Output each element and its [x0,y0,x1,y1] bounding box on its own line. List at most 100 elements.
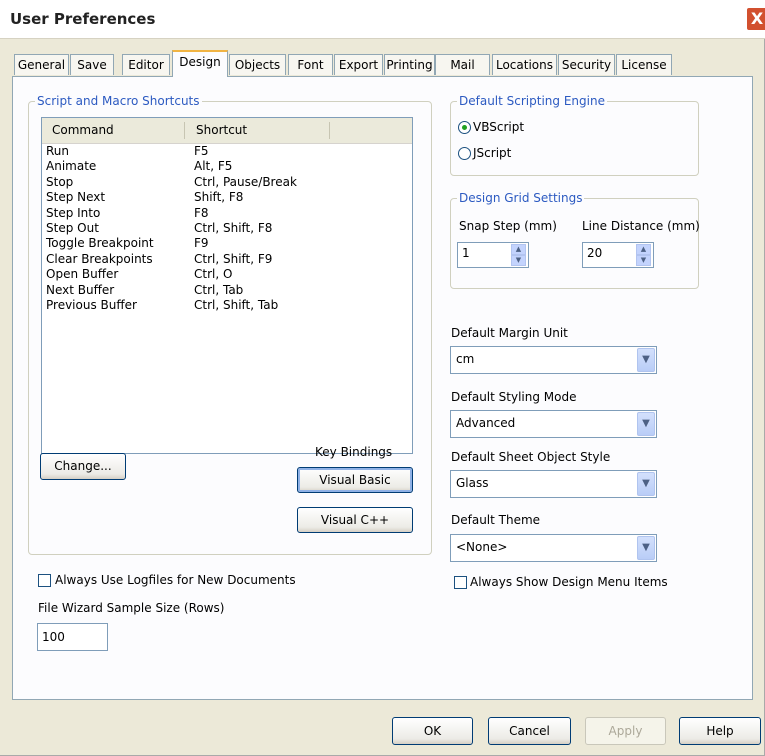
row-command: Animate [46,159,97,174]
row-shortcut: Ctrl, Shift, F8 [194,220,273,235]
theme-select[interactable]: <None> ▼ [450,534,657,562]
row-shortcut: Alt, F5 [194,159,233,174]
window-title: User Preferences [10,10,156,28]
jscript-radio[interactable] [458,147,471,160]
margin-unit-select[interactable]: cm ▼ [450,346,657,374]
title-bar[interactable]: User Preferences X [0,0,765,39]
radio-selected-dot [462,125,467,130]
table-row[interactable]: Toggle Breakpoint F9 [42,236,412,251]
column-divider[interactable] [329,122,330,139]
close-icon: X [750,9,764,28]
sheet-object-style-value: Glass [456,476,489,490]
key-bindings-label: Key Bindings [315,445,393,459]
tab-security[interactable]: Security [558,54,615,75]
row-shortcut: Ctrl, Pause/Break [194,174,297,189]
shortcuts-rows: Run F5 Animate Alt, F5 Stop Ctrl, Pause/Bre… [42,144,412,313]
row-shortcut: Ctrl, Shift, F9 [194,251,273,266]
tab-license[interactable]: License [616,54,672,75]
vbscript-radio[interactable] [458,121,471,134]
snap-step-label: Snap Step (mm) [459,219,557,233]
table-row[interactable]: Next Buffer Ctrl, Tab [42,283,412,298]
tab-export[interactable]: Export [334,54,383,75]
logfiles-label[interactable]: Always Use Logfiles for New Documents [55,573,296,587]
theme-label: Default Theme [451,513,541,527]
table-row[interactable]: Stop Ctrl, Pause/Break [42,175,412,190]
margin-unit-label: Default Margin Unit [451,326,568,340]
vbscript-label[interactable]: VBScript [473,120,524,134]
tab-design[interactable]: Design [172,50,228,77]
spin-down-icon[interactable]: ▼ [511,255,526,266]
row-command: Stop [46,174,74,189]
row-command: Open Buffer [46,267,119,282]
row-shortcut: Ctrl, O [194,267,233,282]
scripting-engine-group-title: Default Scripting Engine [457,94,607,108]
row-shortcut: F8 [194,205,209,220]
visual-cpp-button[interactable]: Visual C++ [297,507,413,533]
row-command: Step Into [46,205,101,220]
table-row[interactable]: Animate Alt, F5 [42,159,412,174]
spin-down-icon[interactable]: ▼ [636,255,651,266]
apply-button[interactable]: Apply [585,717,666,745]
shortcuts-list-header: Command Shortcut [42,118,412,144]
jscript-label[interactable]: JScript [473,146,511,160]
chevron-down-icon[interactable]: ▼ [637,472,655,496]
spin-up-icon[interactable]: ▲ [511,244,526,255]
table-row[interactable]: Clear Breakpoints Ctrl, Shift, F9 [42,252,412,267]
styling-mode-select[interactable]: Advanced ▼ [450,410,657,438]
table-row[interactable]: Step Next Shift, F8 [42,190,412,205]
table-row[interactable]: Step Into F8 [42,206,412,221]
design-menu-label[interactable]: Always Show Design Menu Items [470,575,668,589]
column-header-command[interactable]: Command [46,121,184,139]
chevron-down-icon[interactable]: ▼ [637,412,655,436]
ok-button[interactable]: OK [392,717,473,745]
row-command: Toggle Breakpoint [46,236,154,251]
table-row[interactable]: Previous Buffer Ctrl, Shift, Tab [42,298,412,313]
theme-value: <None> [456,540,508,554]
help-button[interactable]: Help [679,717,761,745]
cancel-button[interactable]: Cancel [488,717,571,745]
snap-step-spinner[interactable]: ▲ ▼ [511,244,526,266]
chevron-down-icon[interactable]: ▼ [637,348,655,372]
tab-save[interactable]: Save [70,54,114,75]
spin-up-icon[interactable]: ▲ [636,244,651,255]
column-header-shortcut[interactable]: Shortcut [190,121,328,139]
row-command: Clear Breakpoints [46,251,153,266]
sheet-object-style-select[interactable]: Glass ▼ [450,470,657,498]
tab-font[interactable]: Font [288,54,333,75]
tab-editor[interactable]: Editor [122,54,170,75]
row-command: Step Out [46,220,99,235]
row-command: Next Buffer [46,282,115,297]
tab-mail[interactable]: Mail [435,54,490,75]
sheet-object-style-label: Default Sheet Object Style [451,450,611,464]
row-shortcut: Shift, F8 [194,190,244,205]
wizard-sample-input[interactable]: 100 [37,623,108,651]
row-shortcut: Ctrl, Tab [194,282,244,297]
design-grid-group-title: Design Grid Settings [457,191,585,205]
column-divider[interactable] [184,122,185,139]
close-button[interactable]: X [746,7,765,31]
change-button[interactable]: Change... [40,453,126,480]
styling-mode-label: Default Styling Mode [451,390,577,404]
row-command: Run [46,144,70,158]
table-row[interactable]: Run F5 [42,144,412,159]
styling-mode-value: Advanced [456,416,516,430]
tab-objects[interactable]: Objects [229,54,286,75]
chevron-down-icon[interactable]: ▼ [637,536,655,560]
tab-printing[interactable]: Printing [384,54,435,75]
wizard-sample-label: File Wizard Sample Size (Rows) [38,601,225,615]
table-row[interactable]: Open Buffer Ctrl, O [42,267,412,282]
row-command: Step Next [46,190,106,205]
line-distance-spinner[interactable]: ▲ ▼ [636,244,651,266]
line-distance-label: Line Distance (mm) [582,219,700,233]
user-preferences-dialog: User Preferences X General Save Editor D… [0,0,765,756]
logfiles-checkbox[interactable] [38,574,51,587]
scripting-engine-group: Default Scripting Engine [450,94,699,176]
row-command: Previous Buffer [46,297,137,312]
visual-basic-button[interactable]: Visual Basic [297,467,413,493]
shortcuts-list[interactable]: Command Shortcut Run F5 Animate Alt, F5 St… [41,117,413,454]
tab-locations[interactable]: Locations [492,54,557,75]
table-row[interactable]: Step Out Ctrl, Shift, F8 [42,221,412,236]
margin-unit-value: cm [456,352,475,366]
design-menu-checkbox[interactable] [454,576,467,589]
tab-general[interactable]: General [14,54,69,75]
